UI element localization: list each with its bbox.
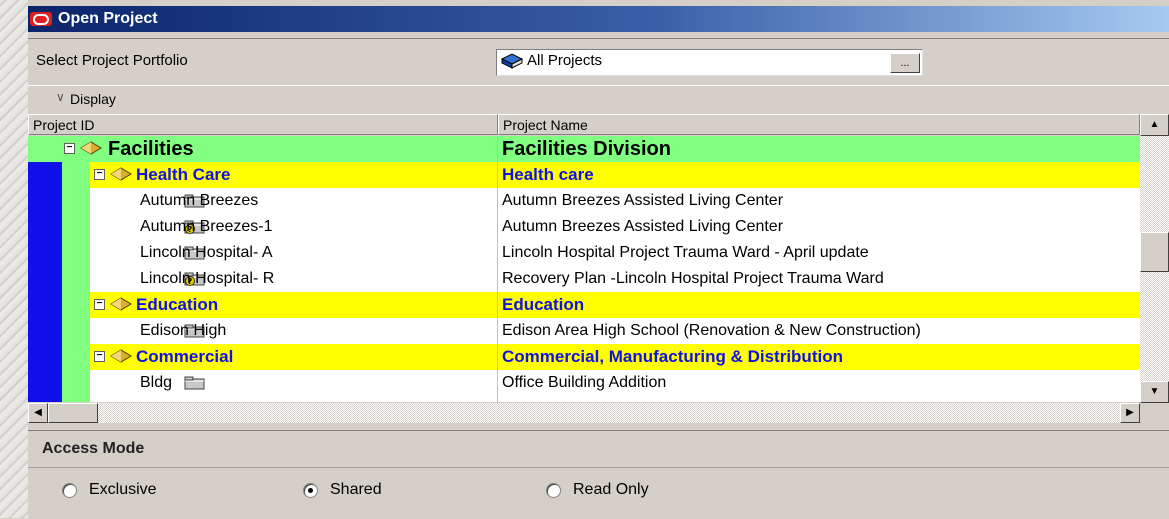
project-row[interactable]: ? Autumn Breezes-1 Autumn Breezes Assisted… xyxy=(118,214,1140,240)
project-id-cell: Facilities xyxy=(108,138,194,160)
window-title: Open Project xyxy=(58,10,158,27)
display-label: Display xyxy=(70,91,116,107)
read-only-radio[interactable]: Read Only xyxy=(546,481,649,499)
project-id-cell: Education xyxy=(136,295,219,314)
project-row[interactable]: Autumn Breezes Autumn Breezes Assisted Li… xyxy=(118,188,1140,214)
horizontal-scroll-thumb[interactable] xyxy=(48,403,98,423)
project-name-cell: Autumn Breezes Assisted Living Center xyxy=(502,218,784,235)
shared-label: Shared xyxy=(330,481,382,498)
portfolio-value: All Projects xyxy=(527,52,603,69)
access-mode-section: Access Mode Exclusive Shared Read Only xyxy=(28,430,1169,519)
collapse-toggle-icon[interactable]: − xyxy=(64,143,75,154)
project-id-cell: Lincoln Hospital- A xyxy=(140,244,273,261)
vertical-scroll-thumb[interactable] xyxy=(1140,232,1169,272)
read-only-label: Read Only xyxy=(573,481,649,498)
column-header-project-id[interactable]: Project ID xyxy=(28,114,498,135)
project-name-cell: Commercial, Manufacturing & Distribution xyxy=(502,347,843,366)
project-name-cell: Facilities Division xyxy=(502,138,671,160)
exclusive-radio[interactable]: Exclusive xyxy=(62,481,157,499)
wbs-diamond-icon xyxy=(110,167,132,181)
project-id-cell: Edison High xyxy=(140,322,227,339)
project-id-cell: Autumn Breezes-1 xyxy=(140,218,273,235)
scroll-right-button[interactable]: ▶ xyxy=(1120,403,1140,423)
browse-portfolio-button[interactable]: ... xyxy=(890,53,920,73)
desktop-background xyxy=(0,0,28,518)
folder-icon xyxy=(184,376,205,390)
collapse-toggle-icon[interactable]: − xyxy=(94,299,105,310)
project-name-cell: Edison Area High School (Renovation & Ne… xyxy=(502,322,921,339)
access-mode-title: Access Mode xyxy=(42,440,145,457)
wbs-row[interactable]: − Education Education xyxy=(90,292,1140,318)
radio-button[interactable] xyxy=(546,482,561,498)
project-row[interactable]: Edison High Edison Area High School (Reno… xyxy=(118,318,1140,344)
portfolio-field[interactable]: All Projects ... xyxy=(496,49,923,76)
oracle-logo-icon xyxy=(30,12,52,26)
radio-button[interactable] xyxy=(62,482,77,498)
display-bar[interactable]: ∨ Display xyxy=(28,88,1169,110)
project-name-cell: Health care xyxy=(502,165,594,184)
scroll-up-button[interactable]: ▲ xyxy=(1140,114,1169,136)
wbs-row[interactable]: − Health Care Health care xyxy=(90,162,1140,188)
horizontal-scrollbar[interactable]: ◀ ▶ xyxy=(28,403,1140,423)
portfolio-book-icon xyxy=(501,53,523,69)
title-bar[interactable]: Open Project xyxy=(28,6,1169,32)
wbs-row[interactable]: − Commercial Commercial, Manufacturing & D… xyxy=(90,344,1140,370)
column-header-project-name[interactable]: Project Name xyxy=(498,114,1140,135)
project-id-cell: Health Care xyxy=(136,165,231,184)
column-separator xyxy=(497,136,498,402)
wbs-row[interactable]: − Facilities Facilities Division xyxy=(28,136,1140,162)
portfolio-section: Select Project Portfolio All Projects ..… xyxy=(28,38,1169,86)
wbs-diamond-icon xyxy=(110,297,132,311)
collapse-toggle-icon[interactable]: − xyxy=(94,351,105,362)
vertical-scrollbar[interactable]: ▲ ▼ xyxy=(1140,114,1169,403)
project-row[interactable]: Bldg Office Building Addition xyxy=(118,370,1140,396)
shared-radio[interactable]: Shared xyxy=(303,481,382,499)
exclusive-label: Exclusive xyxy=(89,481,157,498)
project-id-cell: Commercial xyxy=(136,347,234,366)
wbs-diamond-icon xyxy=(110,349,132,363)
scroll-down-button[interactable]: ▼ xyxy=(1140,381,1169,403)
access-mode-header: Access Mode xyxy=(28,431,1169,468)
wbs-level-bar xyxy=(28,136,62,402)
project-name-cell: Lincoln Hospital Project Trauma Ward - A… xyxy=(502,244,869,261)
project-id-cell: Lincoln Hospital- R xyxy=(140,270,275,287)
collapse-toggle-icon[interactable]: − xyxy=(94,169,105,180)
project-name-cell: Recovery Plan -Lincoln Hospital Project … xyxy=(502,270,884,287)
portfolio-label: Select Project Portfolio xyxy=(36,52,188,69)
project-name-cell: Office Building Addition xyxy=(502,374,667,391)
project-rows: − Facilities Facilities Division − Health Ca… xyxy=(28,136,1140,402)
radio-button[interactable] xyxy=(303,482,318,498)
project-id-cell: Autumn Breezes xyxy=(140,192,259,209)
project-id-cell: Bldg xyxy=(140,374,173,391)
project-grid: Project ID Project Name − Facilities Facil… xyxy=(28,114,1169,424)
scroll-left-button[interactable]: ◀ xyxy=(28,403,48,423)
chevron-down-icon: ∨ xyxy=(56,90,65,104)
project-name-cell: Autumn Breezes Assisted Living Center xyxy=(502,192,784,209)
project-row[interactable]: Lincoln Hospital- A Lincoln Hospital Proj… xyxy=(118,240,1140,266)
project-row[interactable]: ? Lincoln Hospital- R Recovery Plan -Linco… xyxy=(118,266,1140,292)
project-name-cell: Education xyxy=(502,295,585,314)
wbs-level-bar xyxy=(62,136,90,402)
open-project-dialog: Open Project Select Project Portfolio Al… xyxy=(28,0,1169,518)
wbs-diamond-icon xyxy=(80,141,102,155)
